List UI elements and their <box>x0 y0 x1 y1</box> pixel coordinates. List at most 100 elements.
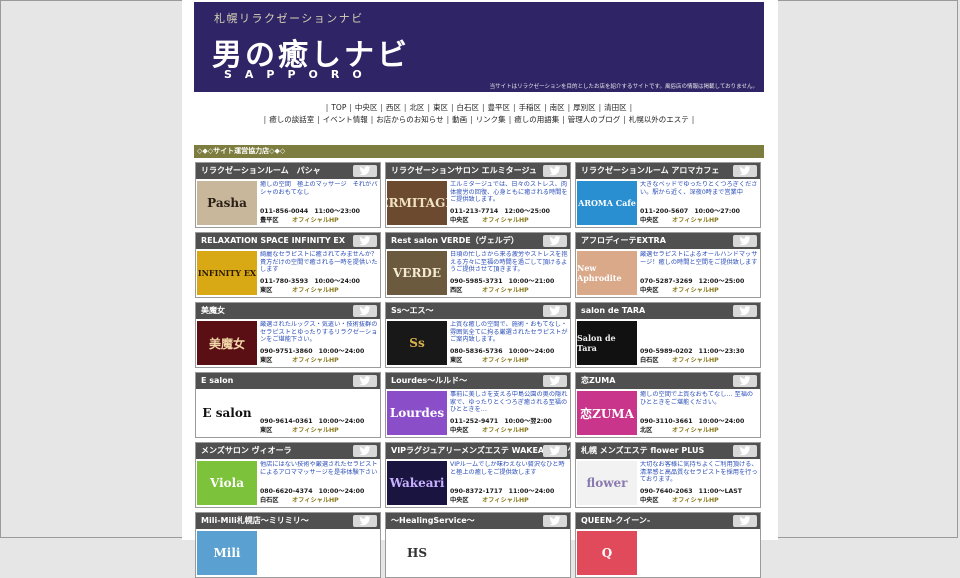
shop-title[interactable]: Lourdes～ルルド～ <box>386 373 570 389</box>
nav-link[interactable]: 東区 <box>430 103 451 112</box>
twitter-icon[interactable] <box>543 165 567 177</box>
nav-link[interactable]: 手稲区 <box>516 103 545 112</box>
shop-card[interactable]: Rest salon VERDE（ヴェルデ） VERDE 日頃の忙しさから来る疲労や… <box>385 232 571 298</box>
shop-title[interactable]: 恋ZUMA <box>576 373 760 389</box>
official-hp-link[interactable]: オフィシャルHP <box>482 355 529 364</box>
shop-title[interactable]: VIPラグジュアリーメンズエステ WAKEARI -ワケアリ- <box>386 443 570 459</box>
twitter-icon[interactable] <box>353 305 377 317</box>
nav-link[interactable]: 中央区 <box>352 103 381 112</box>
shop-title[interactable]: リラクゼーションサロン エルミタージュ <box>386 163 570 179</box>
shop-card[interactable]: RELAXATION SPACE INFINITY EX INFINITY EX 綺… <box>195 232 381 298</box>
official-hp-link[interactable]: オフィシャルHP <box>482 285 529 294</box>
shop-card[interactable]: QUEEN-クイーン- Q <box>575 512 761 578</box>
twitter-icon[interactable] <box>353 165 377 177</box>
nav-link[interactable]: 動画 <box>449 115 470 124</box>
twitter-icon[interactable] <box>543 515 567 527</box>
twitter-icon[interactable] <box>733 515 757 527</box>
twitter-icon[interactable] <box>543 305 567 317</box>
shop-card[interactable]: Ss～エス～ Ss 上質な癒しの空間で、施術・おもてなし・雰囲気全てに拘る厳選された… <box>385 302 571 368</box>
shop-title[interactable]: 札幌 メンズエステ flower PLUS <box>576 443 760 459</box>
nav-link[interactable]: 厚別区 <box>570 103 599 112</box>
twitter-icon[interactable] <box>353 235 377 247</box>
nav-link[interactable]: 管理人のブログ <box>565 115 624 124</box>
shop-thumbnail[interactable]: VERDE <box>387 251 447 295</box>
shop-thumbnail[interactable]: Lourdes <box>387 391 447 435</box>
shop-card[interactable]: リラクゼーションルーム パシャ Pasha 癒しの空間 極上のマッサージ それがパシ… <box>195 162 381 228</box>
shop-card[interactable]: Lourdes～ルルド～ Lourdes 事前に美しさを支える中島公園の奥の隠れ家で… <box>385 372 571 438</box>
shop-card[interactable]: 恋ZUMA 恋ZUMA 癒しの空間で上質なおもてなし… 至福のひとときをご堪能くださ… <box>575 372 761 438</box>
shop-title[interactable]: メンズサロン ヴィオーラ <box>196 443 380 459</box>
official-hp-link[interactable]: オフィシャルHP <box>292 495 339 504</box>
twitter-icon[interactable] <box>543 375 567 387</box>
shop-thumbnail[interactable]: INFINITY EX <box>197 251 257 295</box>
official-hp-link[interactable]: オフィシャルHP <box>672 495 719 504</box>
shop-title[interactable]: アフロディーテEXTRA <box>576 233 760 249</box>
shop-title[interactable]: RELAXATION SPACE INFINITY EX <box>196 233 380 249</box>
twitter-icon[interactable] <box>353 445 377 457</box>
twitter-icon[interactable] <box>733 305 757 317</box>
twitter-icon[interactable] <box>733 445 757 457</box>
official-hp-link[interactable]: オフィシャルHP <box>292 285 339 294</box>
shop-card[interactable]: Mili-Mili札幌店～ミリミリ～ Mili <box>195 512 381 578</box>
nav-link[interactable]: お店からのお知らせ <box>373 115 446 124</box>
shop-thumbnail[interactable]: E salon <box>197 391 257 435</box>
nav-link[interactable]: イベント情報 <box>320 115 371 124</box>
shop-thumbnail[interactable]: flower <box>577 461 637 505</box>
official-hp-link[interactable]: オフィシャルHP <box>672 425 719 434</box>
twitter-icon[interactable] <box>353 375 377 387</box>
nav-link[interactable]: 南区 <box>547 103 568 112</box>
shop-title[interactable]: Rest salon VERDE（ヴェルデ） <box>386 233 570 249</box>
shop-card[interactable]: salon de TARA Salon de Tara 090-5989-0202 … <box>575 302 761 368</box>
official-hp-link[interactable]: オフィシャルHP <box>292 215 339 224</box>
shop-thumbnail[interactable]: Pasha <box>197 181 257 225</box>
nav-link[interactable]: 豊平区 <box>485 103 514 112</box>
official-hp-link[interactable]: オフィシャルHP <box>482 425 529 434</box>
official-hp-link[interactable]: オフィシャルHP <box>482 215 529 224</box>
shop-card[interactable]: リラクゼーションルーム アロマカフェ AROMA Cafe 大きなベッドでゆったりと… <box>575 162 761 228</box>
nav-link[interactable]: 白石区 <box>454 103 483 112</box>
shop-card[interactable]: メンズサロン ヴィオーラ Viola 他店にはない技術や厳選されたセラピストによるア… <box>195 442 381 508</box>
shop-card[interactable]: 札幌 メンズエステ flower PLUS flower 大切なお客様に気持ちよくご… <box>575 442 761 508</box>
twitter-icon[interactable] <box>543 445 567 457</box>
shop-thumbnail[interactable]: AROMA Cafe <box>577 181 637 225</box>
shop-card[interactable]: ～HealingService～ HS <box>385 512 571 578</box>
official-hp-link[interactable]: オフィシャルHP <box>292 425 339 434</box>
shop-title[interactable]: リラクゼーションルーム アロマカフェ <box>576 163 760 179</box>
twitter-icon[interactable] <box>353 515 377 527</box>
shop-thumbnail[interactable]: Mili <box>197 531 257 575</box>
shop-title[interactable]: E salon <box>196 373 380 389</box>
shop-thumbnail[interactable]: ERMITAGE <box>387 181 447 225</box>
official-hp-link[interactable]: オフィシャルHP <box>672 285 719 294</box>
shop-thumbnail[interactable]: Viola <box>197 461 257 505</box>
nav-link[interactable]: TOP <box>328 103 349 112</box>
nav-link[interactable]: 北区 <box>406 103 427 112</box>
nav-link[interactable]: 清田区 <box>601 103 630 112</box>
twitter-icon[interactable] <box>733 235 757 247</box>
nav-link[interactable]: 西区 <box>383 103 404 112</box>
nav-link[interactable]: 癒しの用語集 <box>511 115 562 124</box>
shop-card[interactable]: リラクゼーションサロン エルミタージュ ERMITAGEエルミタージュでは、日々の… <box>385 162 571 228</box>
shop-card[interactable]: E salon E salon 090-9614-0361 10:00～24:00 東… <box>195 372 381 438</box>
shop-card[interactable]: 美魔女 美魔女 厳選されたルックス・気遣い・技術抜群のセラピストとゆったりするリラク… <box>195 302 381 368</box>
nav-link[interactable]: 癒しの談話室 <box>266 115 317 124</box>
shop-thumbnail[interactable]: Wakeari <box>387 461 447 505</box>
shop-thumbnail[interactable]: Salon de Tara <box>577 321 637 365</box>
shop-thumbnail[interactable]: Ss <box>387 321 447 365</box>
shop-title[interactable]: 美魔女 <box>196 303 380 319</box>
shop-title[interactable]: QUEEN-クイーン- <box>576 513 760 529</box>
shop-title[interactable]: ～HealingService～ <box>386 513 570 529</box>
shop-thumbnail[interactable]: HS <box>387 531 447 575</box>
shop-card[interactable]: VIPラグジュアリーメンズエステ WAKEARI -ワケアリ- WakeariVI… <box>385 442 571 508</box>
twitter-icon[interactable] <box>733 375 757 387</box>
shop-card[interactable]: アフロディーテEXTRA New Aphrodite 厳選セラピストによるオールハン… <box>575 232 761 298</box>
shop-thumbnail[interactable]: 恋ZUMA <box>577 391 637 435</box>
official-hp-link[interactable]: オフィシャルHP <box>292 355 339 364</box>
shop-title[interactable]: Ss～エス～ <box>386 303 570 319</box>
shop-thumbnail[interactable]: Q <box>577 531 637 575</box>
shop-thumbnail[interactable]: 美魔女 <box>197 321 257 365</box>
shop-title[interactable]: salon de TARA <box>576 303 760 319</box>
nav-link[interactable]: 札幌以外のエステ <box>626 115 692 124</box>
official-hp-link[interactable]: オフィシャルHP <box>672 355 719 364</box>
site-banner[interactable]: 札幌リラクゼーションナビ 男の癒しナビ SAPPORO 当サイトはリラクゼーショ… <box>194 2 764 92</box>
official-hp-link[interactable]: オフィシャルHP <box>482 495 529 504</box>
